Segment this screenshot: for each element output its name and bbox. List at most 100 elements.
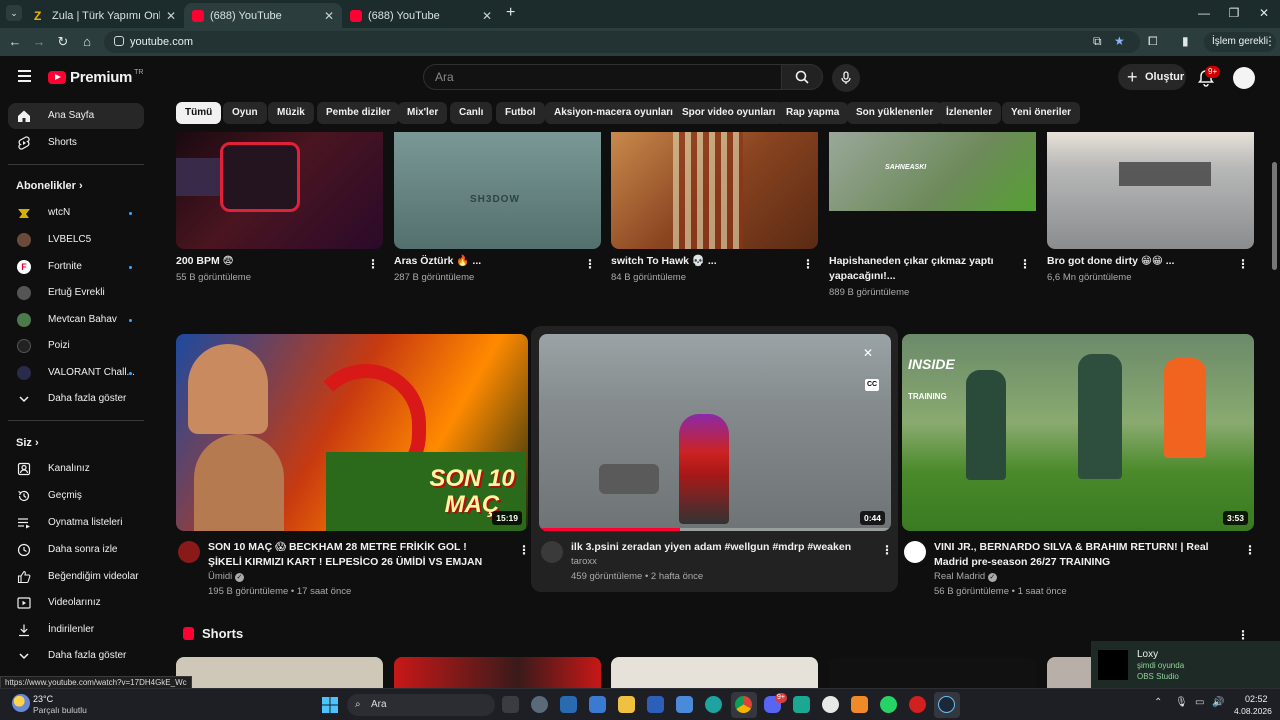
sidebar-item-home[interactable]: Ana Sayfa — [8, 103, 144, 129]
sidebar-show-more-you[interactable]: Daha fazla göster — [8, 643, 144, 669]
browser-menu-icon[interactable]: ⋮ — [1264, 34, 1276, 48]
sidebar-item-shorts[interactable]: Shorts — [8, 130, 144, 156]
video-title[interactable]: 200 BPM 😨 — [176, 254, 356, 269]
video-options-icon[interactable]: ⋮ — [1244, 544, 1256, 556]
sidebar-item-wtcn[interactable]: wtcN — [8, 200, 144, 226]
app-icon[interactable] — [793, 696, 810, 713]
video-title[interactable]: Hapishaneden çıkar çıkmaz yaptı yapacağı… — [829, 254, 1004, 284]
close-tab-icon[interactable]: ✕ — [166, 9, 176, 23]
tray-chevron-icon[interactable]: ⌃ — [1154, 697, 1162, 708]
video-thumbnail[interactable]: SAHNEASKI — [829, 132, 1036, 249]
account-avatar[interactable] — [1233, 67, 1255, 89]
video-options-icon[interactable]: ⋮ — [1019, 258, 1031, 270]
sidebar-item-lvbelc5[interactable]: LVBELC5 — [8, 227, 144, 253]
tab-search-button[interactable]: ⌄ — [6, 5, 22, 21]
chip-futbol[interactable]: Futbol — [496, 102, 545, 124]
video-title[interactable]: VINI JR., BERNARDO SILVA & BRAHIM RETURN… — [934, 540, 1229, 570]
video-thumbnail[interactable] — [176, 132, 383, 249]
clock-time[interactable]: 02:52 — [1245, 694, 1268, 704]
voice-search-button[interactable] — [832, 64, 860, 92]
browser-tab-zula[interactable]: Z Zula | Türk Yapımı Online Silah ✕ — [26, 3, 184, 28]
video-title[interactable]: switch To Hawk 💀 ... — [611, 254, 791, 269]
clock-date[interactable]: 4.08.2026 — [1234, 706, 1272, 716]
sidebar-item-your-videos[interactable]: Videolarınız — [8, 590, 144, 616]
video-options-icon[interactable]: ⋮ — [518, 544, 530, 556]
channel-avatar[interactable] — [904, 541, 926, 563]
sidebar-item-mevtcan-bahav[interactable]: Mevtcan Bahav — [8, 307, 144, 333]
chip-tumu[interactable]: Tümü — [176, 102, 222, 124]
word-icon[interactable] — [647, 696, 664, 713]
video-thumbnail[interactable] — [611, 132, 818, 249]
video-title[interactable]: Aras Öztürk 🔥 ... — [394, 254, 574, 269]
whatsapp-icon[interactable] — [880, 696, 897, 713]
shorts-options-icon[interactable]: ⋮ — [1237, 629, 1249, 641]
video-thumbnail[interactable]: SON 10 MAÇ 15:19 — [176, 334, 528, 531]
microphone-tray-icon[interactable]: 🎙 — [1175, 697, 1188, 708]
taskbar-search[interactable]: ⌕ Ara — [347, 694, 495, 716]
app-icon[interactable] — [909, 696, 926, 713]
task-view-icon[interactable] — [502, 696, 519, 713]
store-icon[interactable] — [676, 696, 693, 713]
widgets-icon[interactable] — [560, 696, 577, 713]
video-thumbnail-preview[interactable]: ✕ CC 0:44 — [539, 334, 891, 531]
minimize-icon[interactable]: — — [1196, 6, 1212, 20]
search-button[interactable] — [781, 64, 823, 90]
video-options-icon[interactable]: ⋮ — [881, 544, 893, 556]
search-input[interactable]: Ara — [423, 64, 782, 90]
mute-icon[interactable]: ✕ — [863, 346, 873, 360]
volume-icon[interactable]: 🔊 — [1212, 697, 1224, 708]
bookmark-star-icon[interactable]: ★ — [1114, 34, 1125, 48]
browser-tab-youtube-active[interactable]: (688) YouTube ✕ — [184, 3, 342, 28]
chip-oyun[interactable]: Oyun — [223, 102, 267, 124]
video-thumbnail[interactable]: INSIDE TRAINING 3:53 — [902, 334, 1254, 531]
new-tab-button[interactable]: + — [506, 4, 515, 22]
channel-name[interactable]: Ümidi ✓ — [208, 569, 244, 584]
you-heading[interactable]: Siz › — [16, 437, 39, 449]
forward-icon[interactable]: → — [31, 34, 47, 49]
channel-avatar[interactable] — [178, 541, 200, 563]
video-title[interactable]: Bro got done dirty 😁😁 ... — [1047, 254, 1227, 269]
sidebar-item-valorant-challengers[interactable]: VALORANT Chall... — [8, 360, 144, 386]
channel-name[interactable]: Real Madrid ✓ — [934, 569, 997, 584]
youtube-premium-logo[interactable]: Premium TR — [48, 69, 143, 86]
install-app-icon[interactable]: ⧉ — [1093, 34, 1102, 49]
sidebar-item-downloads[interactable]: İndirilenler — [8, 617, 144, 643]
channel-avatar[interactable] — [541, 541, 563, 563]
home-button-icon[interactable]: ⌂ — [79, 34, 95, 49]
chip-aksiyon-macera[interactable]: Aksiyon-macera oyunları — [545, 102, 682, 124]
video-title[interactable]: SON 10 MAÇ 😱 BECKHAM 28 METRE FRİKİK GOL… — [208, 540, 503, 570]
create-button[interactable]: + Oluştur — [1118, 64, 1186, 90]
video-thumbnail[interactable] — [1047, 132, 1254, 249]
steam-icon[interactable] — [938, 696, 955, 713]
chip-muzik[interactable]: Müzik — [268, 102, 314, 124]
game-activity-notification[interactable]: Loxy şimdi oyunda OBS Studio — [1091, 641, 1280, 688]
network-icon[interactable]: ▭ — [1195, 697, 1204, 708]
close-tab-icon[interactable]: ✕ — [482, 9, 492, 23]
address-bar[interactable]: youtube.com — [104, 31, 1140, 53]
chip-rap-yapma[interactable]: Rap yapma — [777, 102, 849, 124]
file-explorer-icon[interactable] — [618, 696, 635, 713]
short-thumbnail[interactable] — [394, 657, 601, 688]
sidebar-item-history[interactable]: Geçmiş — [8, 483, 144, 509]
captions-button[interactable]: CC — [865, 379, 880, 391]
chip-son-yuklenenler[interactable]: Son yüklenenler — [847, 102, 943, 124]
sidebar-item-ertug-evrekli[interactable]: Ertuğ Evrekli — [8, 280, 144, 306]
chip-mixler[interactable]: Mix'ler — [398, 102, 448, 124]
chip-yeni-oneriler[interactable]: Yeni öneriler — [1002, 102, 1081, 124]
site-info-icon[interactable] — [114, 36, 124, 46]
chip-spor-video-oyunlari[interactable]: Spor video oyunları — [673, 102, 785, 124]
video-title[interactable]: ilk 3.psini zeradan yiyen adam #wellgun … — [571, 540, 866, 555]
chip-canli[interactable]: Canlı — [450, 102, 493, 124]
menu-hamburger-icon[interactable] — [18, 70, 31, 85]
channel-name[interactable]: taroxx — [571, 554, 597, 569]
video-options-icon[interactable]: ⋮ — [367, 258, 379, 270]
chip-pembe-diziler[interactable]: Pembe diziler — [317, 102, 400, 124]
profile-icon[interactable]: ▮ — [1182, 34, 1189, 48]
extensions-icon[interactable]: ⧠ — [1148, 34, 1158, 49]
chip-izlenenler[interactable]: İzlenenler — [937, 102, 1002, 124]
windows-start-icon[interactable] — [322, 697, 338, 713]
sidebar-item-poizi[interactable]: Poizi — [8, 333, 144, 359]
back-icon[interactable]: ← — [7, 34, 23, 49]
short-thumbnail[interactable] — [176, 657, 383, 688]
subscriptions-heading[interactable]: Abonelikler › — [16, 180, 83, 192]
